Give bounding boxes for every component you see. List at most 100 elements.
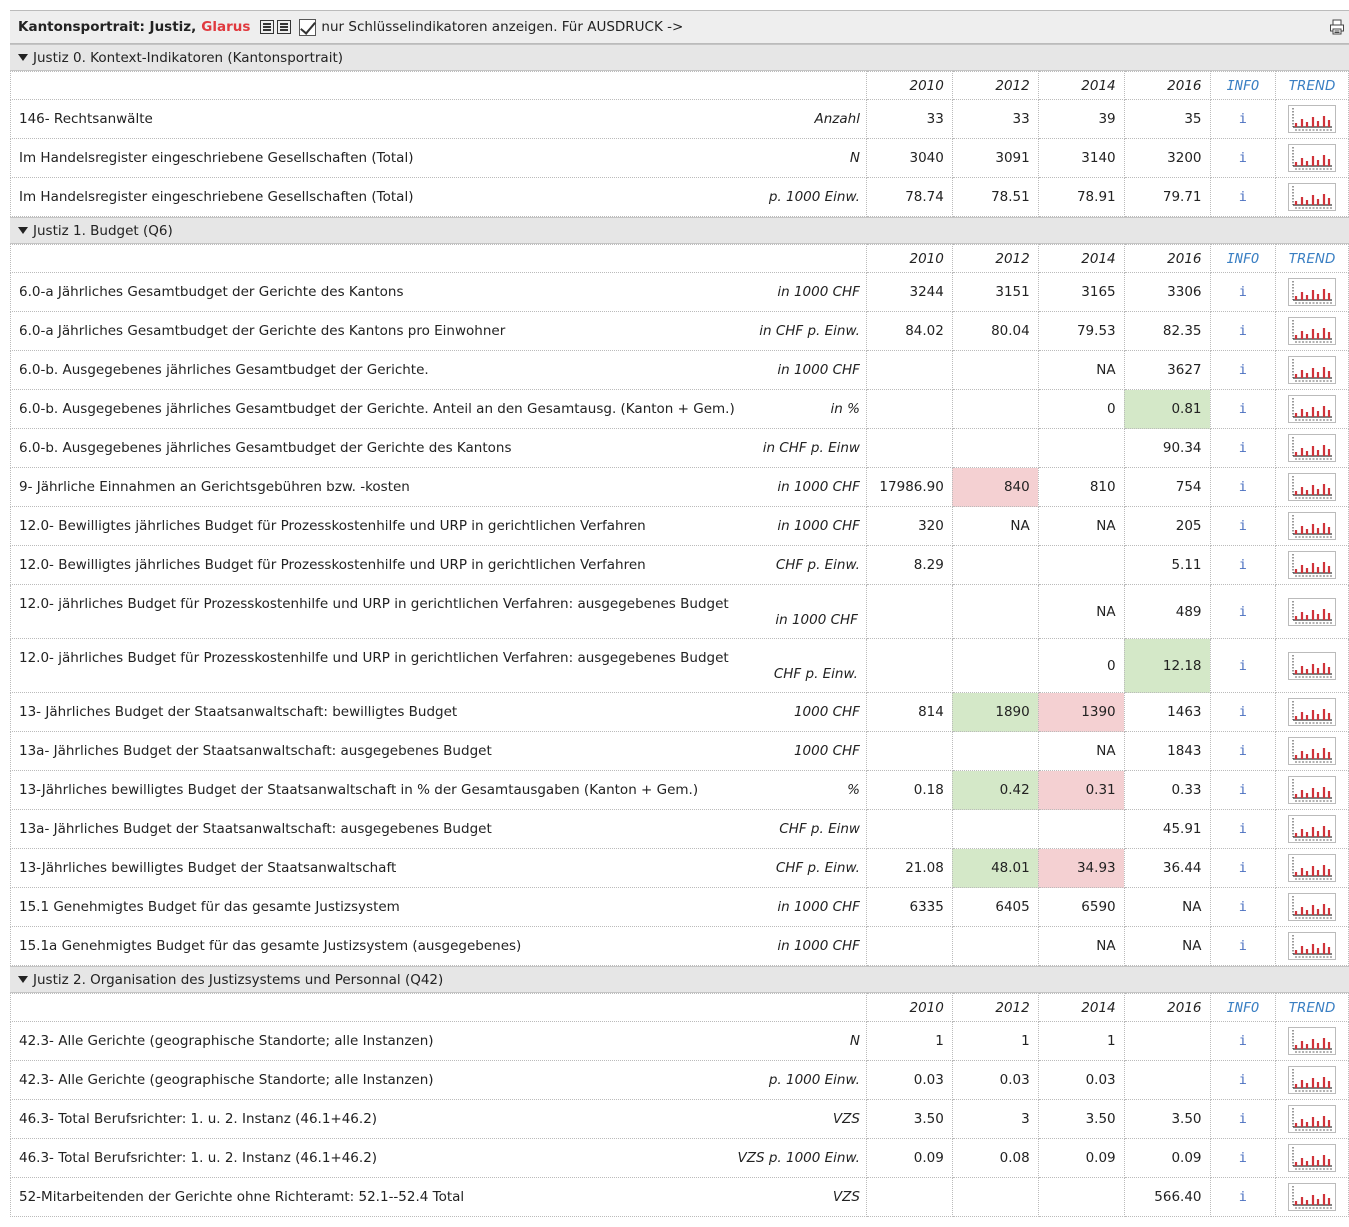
trend-chart-icon[interactable] [1288,698,1337,726]
info-link[interactable]: i [1209,926,1277,966]
checkbox-icon[interactable] [299,18,317,36]
info-link[interactable]: i [1209,770,1277,810]
value-cell: NA [1123,926,1211,966]
info-link[interactable]: i [1209,506,1277,546]
trend-chart-icon[interactable] [1288,183,1337,211]
trend-chart-icon[interactable] [1288,1105,1337,1133]
trend-cell[interactable] [1275,389,1349,429]
trend-chart-icon[interactable] [1288,512,1337,540]
trend-cell[interactable] [1275,1177,1349,1217]
indicator-label: 42.3- Alle Gerichte (geographische Stand… [19,1033,434,1049]
value-cell [865,638,953,693]
detail-view-icon[interactable] [277,20,292,34]
trend-chart-icon[interactable] [1288,854,1337,882]
indicator-unit: in 1000 CHF [777,284,860,300]
trend-cell[interactable] [1275,887,1349,927]
trend-chart-icon[interactable] [1288,105,1337,133]
info-link[interactable]: i [1209,692,1277,732]
triangle-down-icon[interactable] [18,227,28,234]
info-link[interactable]: i [1209,467,1277,507]
trend-chart-icon[interactable] [1288,1144,1337,1172]
trend-chart-icon[interactable] [1288,893,1337,921]
year-header: 2014 [1037,993,1125,1022]
trend-cell[interactable] [1275,99,1349,139]
info-link[interactable]: i [1209,1177,1277,1217]
info-link[interactable]: i [1209,809,1277,849]
info-link[interactable]: i [1209,848,1277,888]
trend-cell[interactable] [1275,692,1349,732]
table-row: 13- Jährliches Budget der Staatsanwaltsc… [10,692,1349,732]
list-view-icon[interactable] [260,20,275,34]
trend-chart-icon[interactable] [1288,434,1337,462]
info-link[interactable]: i [1209,177,1277,217]
trend-cell[interactable] [1275,545,1349,585]
trend-cell[interactable] [1275,272,1349,312]
info-link[interactable]: i [1209,887,1277,927]
trend-cell[interactable] [1275,584,1349,639]
section-header[interactable]: Justiz 0. Kontext-Indikatoren (Kantonspo… [10,44,1349,71]
info-link[interactable]: i [1209,545,1277,585]
info-link[interactable]: i [1209,638,1277,693]
section-header[interactable]: Justiz 1. Budget (Q6) [10,217,1349,244]
trend-chart-icon[interactable] [1288,1183,1337,1211]
trend-cell[interactable] [1275,506,1349,546]
trend-chart-icon[interactable] [1288,278,1337,306]
info-link[interactable]: i [1209,311,1277,351]
info-link[interactable]: i [1209,1099,1277,1139]
trend-cell[interactable] [1275,1060,1349,1100]
triangle-down-icon[interactable] [18,54,28,61]
section-header[interactable]: Justiz 2. Organisation des Justizsystems… [10,966,1349,993]
trend-cell[interactable] [1275,311,1349,351]
indicator-unit: N [849,1033,860,1049]
table-row: 9- Jährliche Einnahmen an Gerichtsgebühr… [10,467,1349,507]
trend-cell[interactable] [1275,1021,1349,1061]
info-link[interactable]: i [1209,389,1277,429]
trend-chart-icon[interactable] [1288,395,1337,423]
table-row: 13a- Jährliches Budget der Staatsanwalts… [10,809,1349,849]
indicator-label: Im Handelsregister eingeschriebene Gesel… [19,189,414,205]
trend-chart-icon[interactable] [1288,815,1337,843]
trend-chart-icon[interactable] [1288,356,1337,384]
trend-chart-icon[interactable] [1288,737,1337,765]
trend-cell[interactable] [1275,428,1349,468]
info-link[interactable]: i [1209,99,1277,139]
trend-cell[interactable] [1275,177,1349,217]
info-link[interactable]: i [1209,731,1277,771]
trend-cell[interactable] [1275,638,1349,693]
trend-cell[interactable] [1275,770,1349,810]
trend-cell[interactable] [1275,138,1349,178]
info-link[interactable]: i [1209,584,1277,639]
trend-cell[interactable] [1275,350,1349,390]
trend-cell[interactable] [1275,809,1349,849]
trend-chart-icon[interactable] [1288,1027,1337,1055]
value-cell: 0.03 [1037,1060,1125,1100]
trend-cell[interactable] [1275,467,1349,507]
trend-chart-icon[interactable] [1288,473,1337,501]
printer-icon[interactable] [1329,19,1345,35]
trend-cell[interactable] [1275,926,1349,966]
info-link[interactable]: i [1209,1021,1277,1061]
info-link[interactable]: i [1209,272,1277,312]
triangle-down-icon[interactable] [18,976,28,983]
info-link[interactable]: i [1209,138,1277,178]
trend-chart-icon[interactable] [1288,551,1337,579]
trend-cell[interactable] [1275,1138,1349,1178]
table-row: 6.0-b. Ausgegebenes jährliches Gesamtbud… [10,389,1349,429]
trend-chart-icon[interactable] [1288,597,1337,626]
trend-chart-icon[interactable] [1288,776,1337,804]
trend-chart-icon[interactable] [1288,144,1337,172]
info-link[interactable]: i [1209,1138,1277,1178]
trend-cell[interactable] [1275,731,1349,771]
trend-chart-icon[interactable] [1288,932,1337,960]
trend-cell[interactable] [1275,1099,1349,1139]
info-link[interactable]: i [1209,350,1277,390]
trend-chart-icon[interactable] [1288,651,1337,680]
trend-chart-icon[interactable] [1288,1066,1337,1094]
info-link[interactable]: i [1209,1060,1277,1100]
indicator-unit: VZS [832,1111,860,1127]
trend-chart-icon[interactable] [1288,317,1337,345]
canton-name[interactable]: Glarus [201,19,250,35]
trend-cell[interactable] [1275,848,1349,888]
info-link[interactable]: i [1209,428,1277,468]
value-cell: 1 [1037,1021,1125,1061]
